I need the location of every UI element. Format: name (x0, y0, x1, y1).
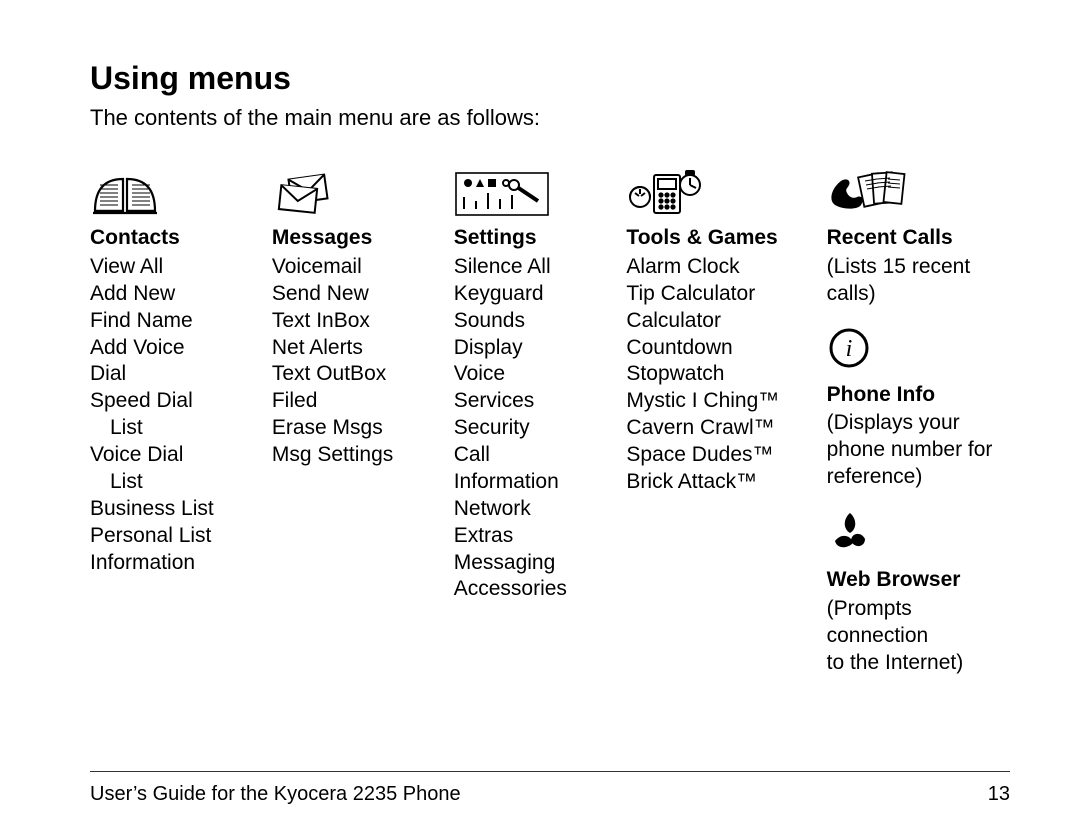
phone-info-desc: reference) (827, 464, 1010, 491)
list-item: Filed (272, 388, 428, 415)
list-item: Voice (454, 361, 601, 388)
recent-calls-desc: calls) (827, 281, 1010, 308)
list-item: Personal List (90, 523, 246, 550)
list-item: List (90, 415, 246, 442)
list-item: Extras (454, 523, 601, 550)
list-item: Add Voice (90, 335, 246, 362)
list-item: Keyguard (454, 281, 601, 308)
column-settings: Settings Silence All Keyguard Sounds Dis… (454, 161, 601, 676)
list-item: Services (454, 388, 601, 415)
list-item: Voicemail (272, 254, 428, 281)
list-item: Accessories (454, 576, 601, 603)
recent-calls-desc: (Lists 15 recent (827, 254, 1010, 281)
recent-calls-title: Recent Calls (827, 225, 1010, 252)
tools-games-icon (626, 161, 800, 217)
list-item: Countdown (626, 335, 800, 362)
list-item: Alarm Clock (626, 254, 800, 281)
list-item: Msg Settings (272, 442, 428, 469)
list-item: Net Alerts (272, 335, 428, 362)
list-item: Stopwatch (626, 361, 800, 388)
messages-icon (272, 161, 428, 217)
settings-title: Settings (454, 225, 601, 252)
column-messages: Messages Voicemail Send New Text InBox N… (272, 161, 428, 676)
list-item: Text InBox (272, 308, 428, 335)
list-item: Erase Msgs (272, 415, 428, 442)
list-item: Voice Dial (90, 442, 246, 469)
list-item: Speed Dial (90, 388, 246, 415)
web-browser-desc: to the Internet) (827, 650, 1010, 677)
document-page: Using menus The contents of the main men… (0, 0, 1080, 834)
list-item: Calculator (626, 308, 800, 335)
contacts-title: Contacts (90, 225, 246, 252)
list-item: Send New (272, 281, 428, 308)
section-heading: Using menus (90, 60, 1010, 97)
list-item: Text OutBox (272, 361, 428, 388)
web-browser-title: Web Browser (827, 567, 1010, 594)
list-item: Security (454, 415, 601, 442)
list-item: Information (454, 469, 601, 496)
page-number: 13 (988, 783, 1010, 806)
list-item: Dial (90, 361, 246, 388)
list-item: Business List (90, 496, 246, 523)
list-item: Silence All (454, 254, 601, 281)
list-item: Display (454, 335, 601, 362)
menu-columns: Contacts View All Add New Find Name Add … (90, 161, 1010, 676)
list-item: List (90, 469, 246, 496)
web-browser-desc: (Prompts (827, 596, 1010, 623)
web-browser-desc: connection (827, 623, 1010, 650)
list-item: Messaging (454, 550, 601, 577)
footer-title: User’s Guide for the Kyocera 2235 Phone (90, 783, 461, 806)
settings-icon (454, 161, 601, 217)
list-item: Information (90, 550, 246, 577)
list-item: Cavern Crawl™ (626, 415, 800, 442)
intro-text: The contents of the main menu are as fol… (90, 105, 1010, 131)
list-item: Brick Attack™ (626, 469, 800, 496)
column-tools-games: Tools & Games Alarm Clock Tip Calculator… (626, 161, 800, 676)
list-item: Call (454, 442, 601, 469)
messages-title: Messages (272, 225, 428, 252)
phone-info-icon: i (827, 326, 1010, 378)
column-right: Recent Calls (Lists 15 recent calls) i P… (827, 161, 1010, 676)
list-item: Sounds (454, 308, 601, 335)
svg-text:i: i (845, 336, 852, 362)
list-item: View All (90, 254, 246, 281)
phone-info-title: Phone Info (827, 382, 1010, 409)
phone-info-desc: (Displays your (827, 410, 1010, 437)
page-footer: User’s Guide for the Kyocera 2235 Phone … (90, 783, 1010, 806)
list-item: Space Dudes™ (626, 442, 800, 469)
list-item: Find Name (90, 308, 246, 335)
list-item: Network (454, 496, 601, 523)
list-item: Tip Calculator (626, 281, 800, 308)
tools-games-title: Tools & Games (626, 225, 800, 252)
contacts-icon (90, 161, 246, 217)
footer-rule (90, 771, 1010, 772)
recent-calls-icon (827, 161, 1010, 217)
column-contacts: Contacts View All Add New Find Name Add … (90, 161, 246, 676)
phone-info-desc: phone number for (827, 437, 1010, 464)
list-item: Add New (90, 281, 246, 308)
list-item: Mystic I Ching™ (626, 388, 800, 415)
web-browser-icon (827, 509, 1010, 563)
